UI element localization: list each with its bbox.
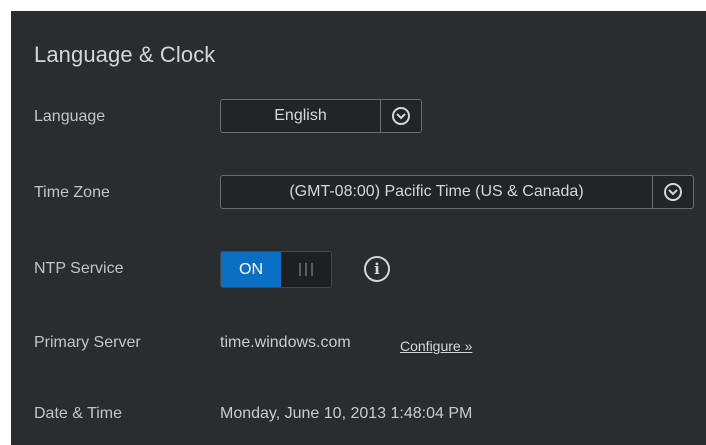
ntp-service-label: NTP Service: [34, 260, 124, 277]
chevron-down-icon: [664, 183, 682, 201]
panel-title: Language & Clock: [34, 42, 216, 67]
grip-icon: [299, 263, 313, 276]
time-zone-dropdown-button[interactable]: [652, 176, 693, 208]
time-zone-select-value: (GMT-08:00) Pacific Time (US & Canada): [289, 183, 584, 200]
language-clock-panel: Language & Clock Language English Time Z…: [11, 11, 706, 445]
language-dropdown-button[interactable]: [380, 100, 421, 132]
toggle-on-label: ON: [221, 252, 281, 287]
configure-link[interactable]: Configure »: [400, 338, 472, 354]
time-zone-select[interactable]: (GMT-08:00) Pacific Time (US & Canada): [220, 175, 694, 209]
time-zone-label: Time Zone: [34, 184, 110, 201]
language-label: Language: [34, 108, 106, 125]
language-select[interactable]: English: [220, 99, 422, 133]
toggle-knob[interactable]: [281, 252, 331, 287]
primary-server-value: time.windows.com: [220, 334, 351, 351]
info-icon[interactable]: i: [364, 256, 390, 282]
chevron-down-icon: [392, 107, 410, 125]
date-time-label: Date & Time: [34, 405, 123, 422]
language-select-value: English: [274, 107, 327, 124]
ntp-service-toggle[interactable]: ON: [220, 251, 332, 288]
date-time-value: Monday, June 10, 2013 1:48:04 PM: [220, 405, 473, 422]
primary-server-label: Primary Server: [34, 334, 141, 351]
